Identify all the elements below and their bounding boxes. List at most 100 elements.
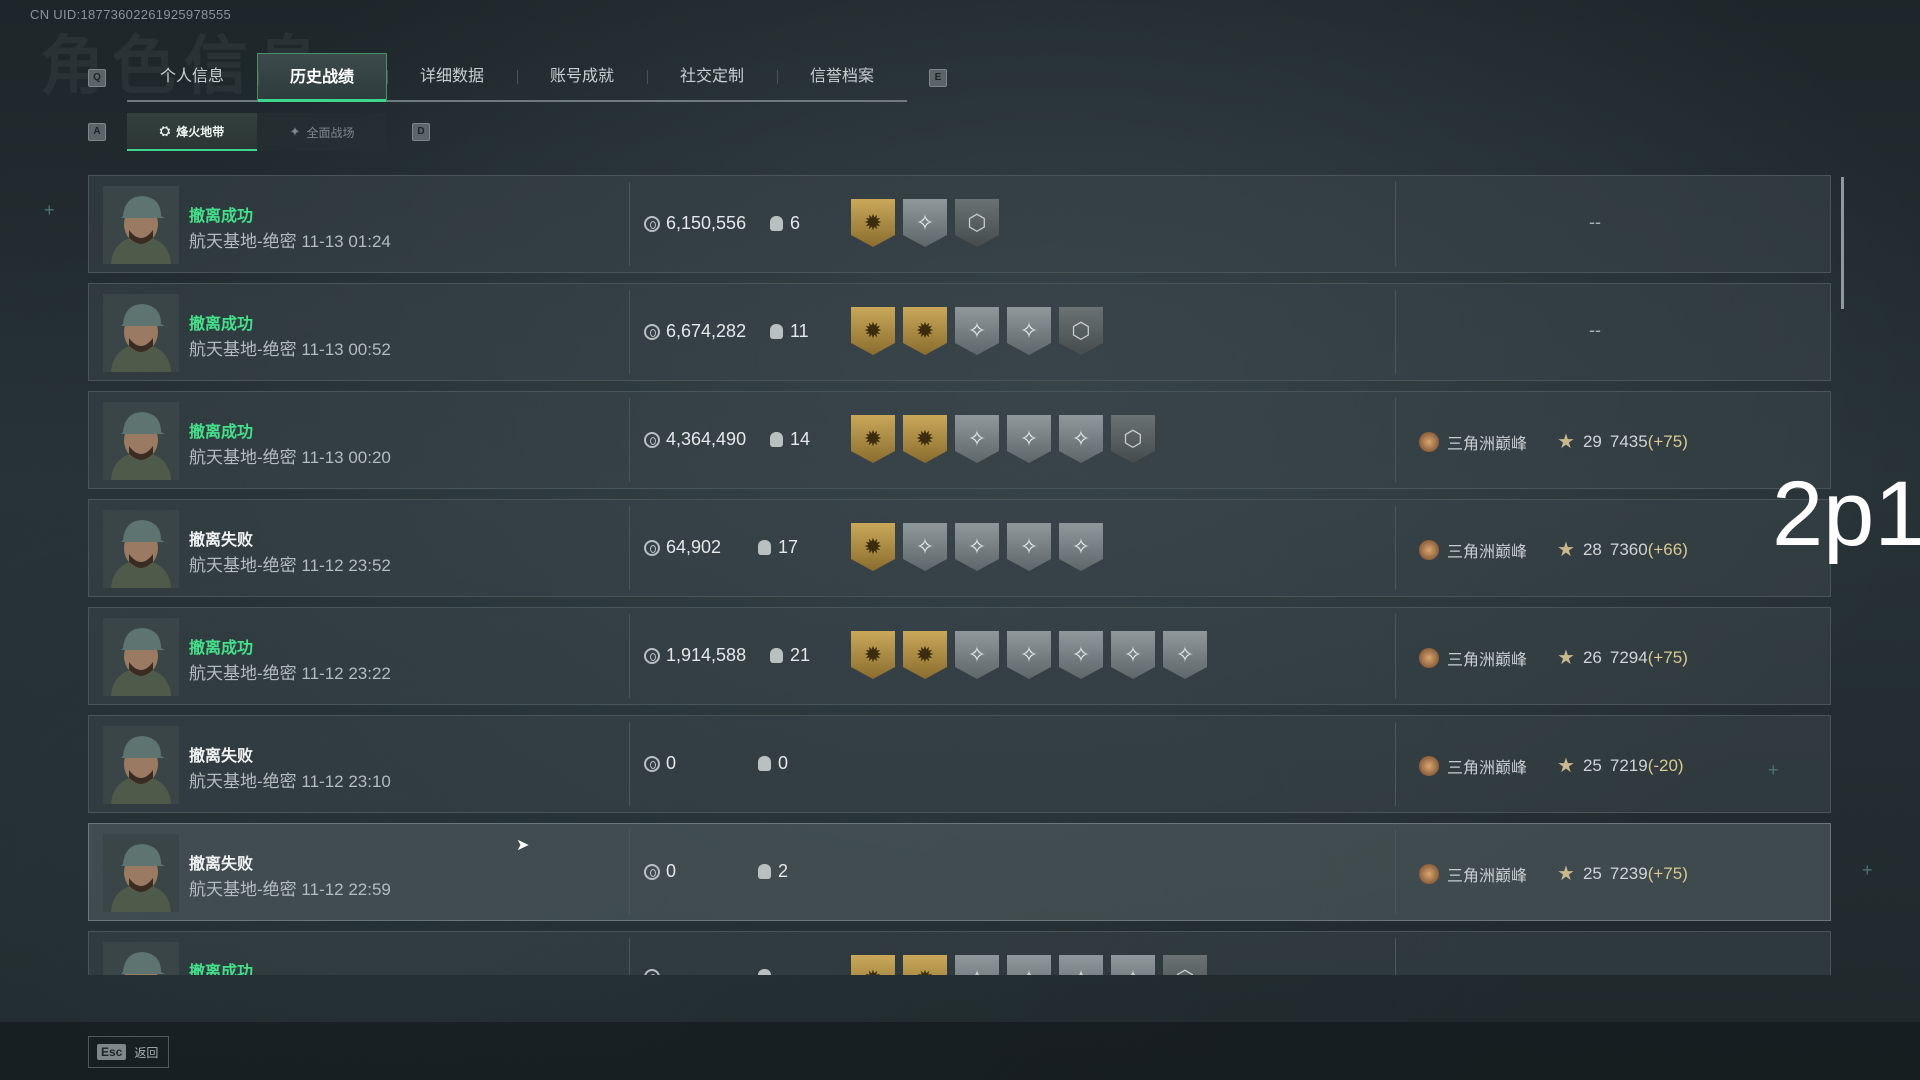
rank-info: 三角洲巅峰 ★ 25 7239(+75) [1419,861,1688,886]
silver-medal-icon[interactable]: ✧ [1007,631,1051,679]
row-divider [1395,614,1396,698]
dark-medal-icon[interactable]: ⬡ [955,199,999,247]
gold-medal-icon[interactable]: ✹ [851,415,895,463]
row-divider [629,938,630,975]
gold-medal-icon[interactable]: ✹ [851,523,895,571]
row-divider [1395,938,1396,975]
silver-medal-icon[interactable]: ✧ [1111,631,1155,679]
match-result: 撤离成功 [189,208,254,225]
gold-medal-icon[interactable]: ✹ [851,199,895,247]
coin-icon [644,323,660,340]
subtab-operations-label: 烽火地带 [176,124,225,139]
gold-medal-icon[interactable]: ✹ [851,631,895,679]
rank-stars: 25 [1582,755,1602,775]
silver-medal-icon[interactable]: ✧ [1007,415,1051,463]
match-result: 撤离失败 [189,532,254,549]
kill-number: 2 [778,861,789,881]
silver-medal-icon[interactable]: ✧ [955,955,999,975]
silver-medal-icon[interactable]: ✧ [1007,307,1051,355]
match-row[interactable]: 撤离成功 航天基地-绝密 11-13 00:20 4,364,490 14 ✹ ✹ ✧ ✧ ✧ ⬡… [88,391,1831,489]
match-row[interactable]: 撤离成功 ✹ ✹ ✧ ✧ ✧ ✧ ⬡ [88,931,1831,975]
badge-list: ✹ ✧ ⬡ [851,199,999,247]
silver-medal-icon[interactable]: ✧ [903,523,947,571]
silver-medal-icon[interactable]: ✧ [1059,523,1103,571]
subtab-operations[interactable]: ⛭ 烽火地带 [127,113,257,151]
tab-social[interactable]: 社交定制 [647,53,777,100]
badge-list: ✹ ✹ ✧ ✧ ✧ ⬡ [851,415,1155,463]
skull-icon [770,432,783,447]
match-map: 航天基地-绝密 [189,772,297,791]
silver-medal-icon[interactable]: ✧ [955,415,999,463]
extracted-value: 6,150,556 [644,213,746,234]
row-divider [629,722,630,806]
badge-list: ✹ ✧ ✧ ✧ ✧ [851,523,1103,571]
match-meta: 航天基地-绝密 11-13 00:52 [189,335,391,360]
operator-avatar [103,618,179,696]
rank-name: 三角洲巅峰 [1447,867,1528,885]
silver-medal-icon[interactable]: ✧ [903,199,947,247]
subtab-warfare[interactable]: ✦ 全面战场 [257,113,387,151]
rank-stars: 25 [1582,863,1602,883]
row-divider [629,182,630,266]
dark-medal-icon[interactable]: ⬡ [1059,307,1103,355]
gold-medal-icon[interactable]: ✹ [851,955,895,975]
list-scrollbar[interactable] [1841,177,1844,309]
gold-medal-icon[interactable]: ✹ [851,307,895,355]
value-amount: 6,150,556 [666,213,747,233]
silver-medal-icon[interactable]: ✧ [1059,415,1103,463]
extracted-value: 0 [644,753,676,774]
tab-personal-info[interactable]: 个人信息 [127,53,257,100]
silver-medal-icon[interactable]: ✧ [1059,631,1103,679]
silver-medal-icon[interactable]: ✧ [1007,955,1051,975]
match-result: 撤离失败 [189,748,254,765]
rank-emblem-icon [1419,863,1439,884]
silver-medal-icon[interactable]: ✧ [955,523,999,571]
subtab-warfare-label: 全面战场 [306,125,355,140]
dark-medal-icon[interactable]: ⬡ [1111,415,1155,463]
silver-medal-icon[interactable]: ✧ [955,631,999,679]
tab-achievements[interactable]: 账号成就 [517,53,647,100]
decor-plus-icon: + [1768,760,1779,780]
gold-medal-icon[interactable]: ✹ [903,415,947,463]
decor-plus-icon: + [44,200,55,220]
silver-medal-icon[interactable]: ✧ [1111,955,1155,975]
operator-avatar [103,834,179,912]
match-row[interactable]: 撤离成功 航天基地-绝密 11-12 23:22 1,914,588 21 ✹ ✹ ✧ ✧ ✧ ✧… [88,607,1831,705]
match-row[interactable]: 撤离失败 航天基地-绝密 11-12 22:59 0 2 三角洲巅峰 ★ 25 723… [88,823,1831,921]
badge-list: ✹ ✹ ✧ ✧ ⬡ [851,307,1103,355]
coin-icon [644,863,660,880]
tab-detailed-data[interactable]: 详细数据 [387,53,517,100]
skull-icon [758,864,771,879]
silver-medal-icon[interactable]: ✧ [955,307,999,355]
gold-medal-icon[interactable]: ✹ [903,307,947,355]
match-row[interactable]: 撤离成功 航天基地-绝密 11-13 00:52 6,674,282 11 ✹ ✹ ✧ ✧ ⬡ -… [88,283,1831,381]
tab-match-history[interactable]: 历史战绩 [257,53,387,102]
score-delta: (-20) [1647,755,1684,775]
operations-icon: ⛭ [159,123,171,138]
coin-icon [644,969,660,975]
match-row[interactable]: 撤离失败 航天基地-绝密 11-12 23:10 0 0 三角洲巅峰 ★ 25 721… [88,715,1831,813]
match-time: 11-12 23:52 [301,556,391,575]
silver-medal-icon[interactable]: ✧ [1163,631,1207,679]
gold-medal-icon[interactable]: ✹ [903,955,947,975]
extracted-value [644,969,666,975]
dark-medal-icon[interactable]: ⬡ [1163,955,1207,975]
tab-reputation[interactable]: 信誉档案 [777,53,907,100]
back-button[interactable]: Esc 返回 [88,1036,170,1068]
kill-count: 21 [770,645,810,666]
main-tabs: 个人信息 历史战绩 详细数据 账号成就 社交定制 信誉档案 [127,53,907,102]
match-row[interactable]: 撤离失败 航天基地-绝密 11-12 23:52 64,902 17 ✹ ✧ ✧ ✧ ✧ 三角洲… [88,499,1831,597]
extracted-value: 64,902 [644,537,721,558]
row-divider [1395,506,1396,590]
score-value: 7294 [1609,647,1648,667]
silver-medal-icon[interactable]: ✧ [1059,955,1103,975]
skull-icon [770,648,783,663]
match-row[interactable]: 撤离成功 航天基地-绝密 11-13 01:24 6,150,556 6 ✹ ✧ ⬡ -- [88,175,1831,273]
back-label: 返回 [134,1045,159,1060]
overlay-text: 2p1 [1772,463,1920,565]
rank-emblem-icon [1419,539,1439,560]
silver-medal-icon[interactable]: ✧ [1007,523,1051,571]
gold-medal-icon[interactable]: ✹ [903,631,947,679]
row-divider [629,830,630,914]
kill-count: 6 [770,213,800,234]
